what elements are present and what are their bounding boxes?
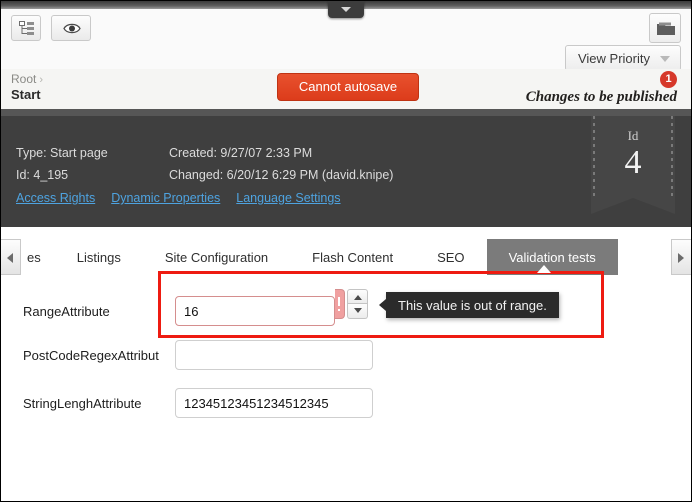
validation-tooltip: This value is out of range. (379, 292, 559, 318)
page-id-ribbon-caption: Id (627, 128, 639, 143)
postcode-regex-attribute-label: PostCodeRegexAttribut (23, 347, 159, 363)
page-id-ribbon: Id 4 (591, 116, 675, 198)
breadcrumb-root-label[interactable]: Root (11, 72, 36, 86)
tab-list: es Listings Site Configuration Flash Con… (21, 239, 618, 275)
changes-to-be-published-label: Changes to be published (525, 89, 677, 105)
breadcrumb-separator-icon: › (39, 74, 44, 86)
tab-label: Validation tests (508, 249, 596, 265)
spinner-up-icon (354, 295, 362, 300)
page-id-ribbon-value: 4 (624, 144, 642, 181)
string-length-attribute-input[interactable] (175, 388, 373, 418)
view-priority-label: View Priority (577, 50, 650, 66)
tab-site-configuration[interactable]: Site Configuration (143, 239, 290, 275)
tree-structure-icon (19, 21, 34, 35)
eye-icon (63, 23, 81, 34)
range-attribute-label: RangeAttribute (23, 303, 110, 319)
page-title: Start (11, 87, 41, 102)
tab-label: Site Configuration (164, 249, 269, 265)
view-priority-dropdown[interactable]: View Priority (564, 45, 681, 71)
field-row-postcode-regex-attribute: PostCodeRegexAttribut (1, 338, 691, 372)
validation-highlight-notch (537, 265, 551, 273)
tab-flash-content[interactable]: Flash Content (290, 239, 415, 275)
property-form: RangeAttribute PostCodeRegexAttribut Str… (1, 276, 691, 501)
validation-tooltip-text: This value is out of range. (398, 297, 547, 313)
page-type-value: Type: Start page (16, 146, 108, 160)
tab-label: SEO (437, 249, 465, 265)
cannot-autosave-button[interactable]: Cannot autosave (277, 73, 419, 101)
arrow-left-icon (7, 253, 13, 263)
property-tab-bar: es Listings Site Configuration Flash Con… (1, 239, 691, 277)
page-settings-links: Access Rights Dynamic Properties Languag… (16, 191, 341, 205)
range-attribute-input[interactable] (175, 296, 335, 326)
tab-validation-tests[interactable]: Validation tests (486, 239, 618, 275)
page-changed-value: Changed: 6/20/12 6:29 PM (david.knipe) (169, 168, 394, 182)
page-id-ribbon-notch (591, 198, 675, 214)
tab-seo[interactable]: SEO (415, 239, 486, 275)
spinner-down-button[interactable] (347, 304, 368, 319)
chevron-down-icon (341, 7, 351, 12)
status-badge: 1 (660, 71, 677, 88)
tab-label: Flash Content (312, 249, 394, 265)
tab-scroll-left-button[interactable] (1, 239, 21, 275)
postcode-regex-attribute-input[interactable] (175, 340, 373, 370)
exclamation-icon (335, 289, 345, 319)
arrow-right-icon (678, 253, 684, 263)
link-access-rights[interactable]: Access Rights (16, 191, 95, 205)
field-row-string-length-attribute: StringLenghAttribute (1, 386, 691, 420)
page-id-value: Id: 4_195 (16, 168, 69, 182)
exclamation-stroke (338, 297, 340, 306)
breadcrumb[interactable]: Root › (11, 72, 43, 86)
cms-editor-window: View Priority Root › Start Cannot autosav… (0, 0, 692, 502)
folder-button[interactable] (649, 13, 681, 43)
string-length-attribute-label: StringLenghAttribute (23, 395, 142, 411)
link-dynamic-properties[interactable]: Dynamic Properties (111, 191, 220, 205)
exclamation-dot (338, 309, 340, 311)
spinner-down-icon (354, 308, 362, 313)
field-row-range-attribute: RangeAttribute (1, 294, 691, 328)
page-info-panel: Type: Start page Id: 4_195 Created: 9/27… (1, 109, 691, 227)
spinner-up-button[interactable] (347, 289, 368, 304)
tab-label: Listings (76, 249, 121, 265)
tab-es[interactable]: es (21, 239, 55, 275)
preview-button[interactable] (51, 15, 91, 41)
tab-scroll-right-button[interactable] (671, 239, 691, 275)
chevron-down-icon (660, 56, 670, 62)
folder-icon (657, 22, 675, 35)
link-language-settings[interactable]: Language Settings (236, 191, 340, 205)
page-created-value: Created: 9/27/07 2:33 PM (169, 146, 313, 160)
tab-listings[interactable]: Listings (55, 239, 143, 275)
panel-collapse-toggle[interactable] (328, 1, 364, 18)
tooltip-arrow-icon (379, 299, 386, 311)
tree-structure-button[interactable] (11, 15, 41, 41)
tab-label: es (27, 249, 41, 265)
range-attribute-stepper (347, 289, 368, 319)
editor-toolbar: View Priority (1, 9, 691, 71)
